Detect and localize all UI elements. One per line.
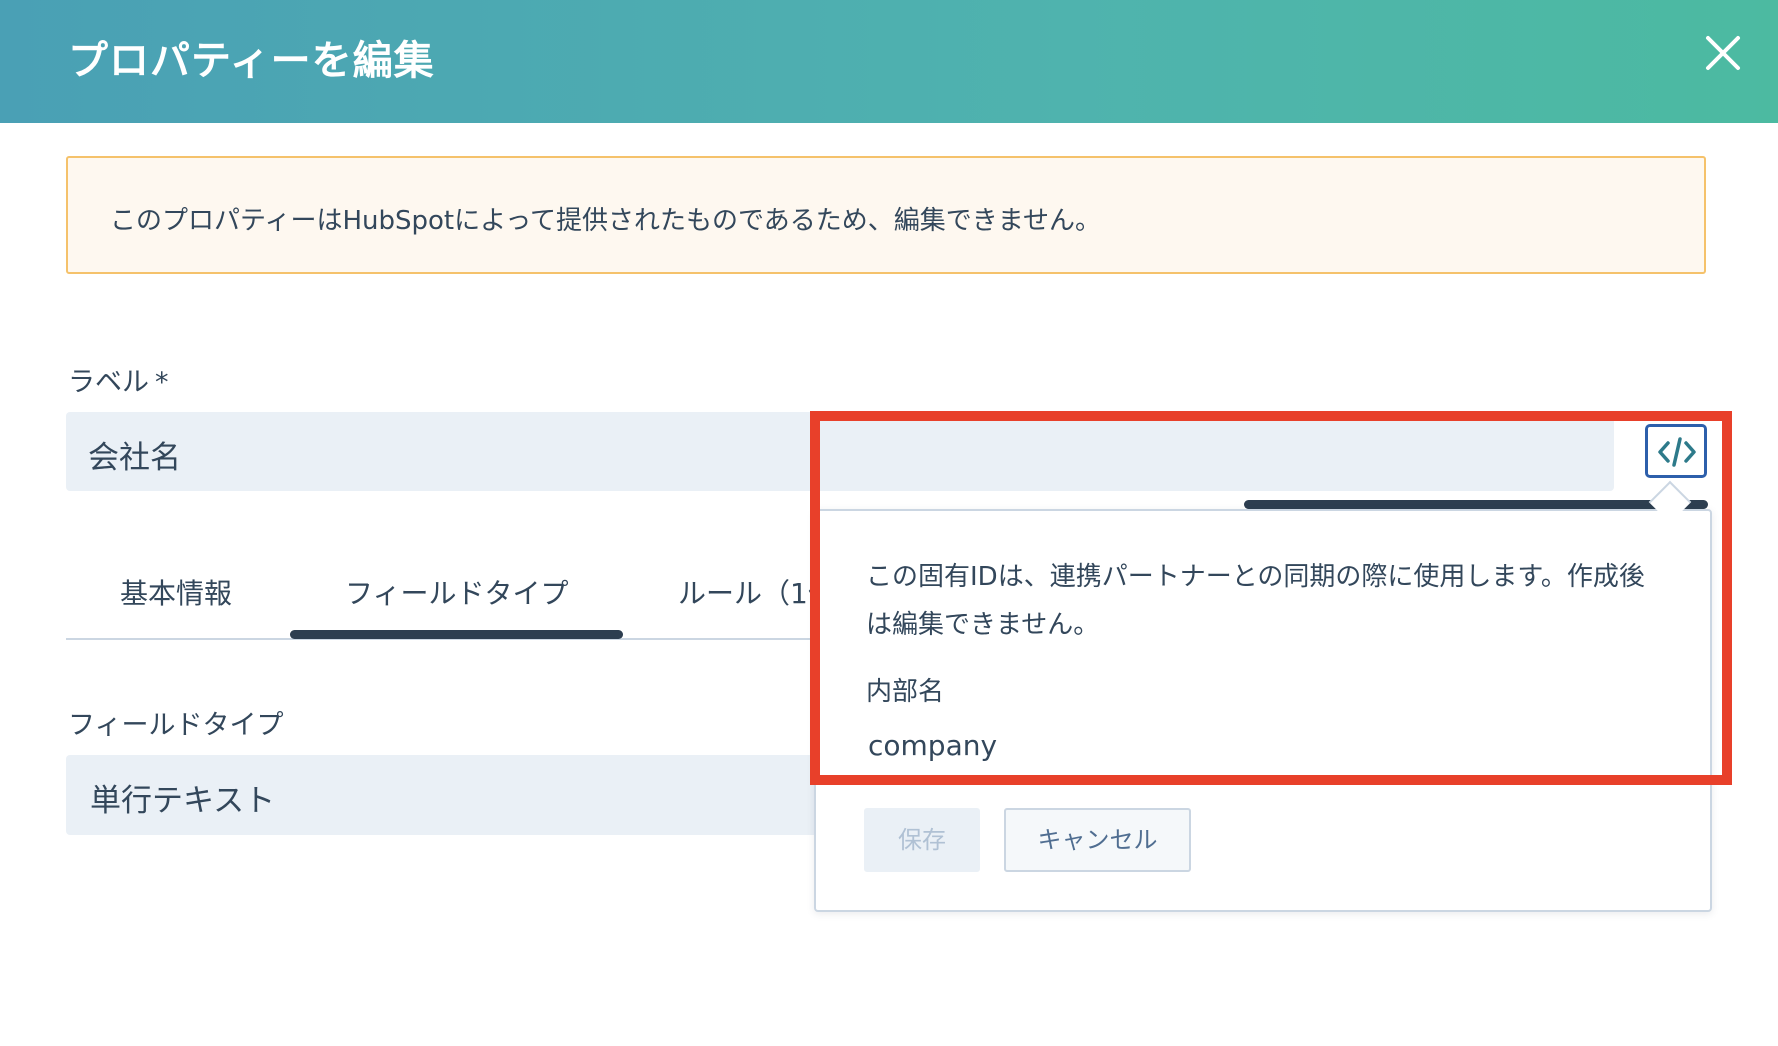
internal-name-value: company [868,729,998,762]
modal-title: プロパティーを編集 [68,38,435,84]
code-icon [1658,437,1696,467]
alert-message: このプロパティーはHubSpotによって提供されたものであるため、編集できません… [110,206,1101,236]
tab-active-indicator [290,630,623,639]
tab-rules[interactable]: ルール（1件 [678,572,836,612]
internal-name-label: 内部名 [866,677,945,707]
tab-bar: 基本情報 フィールドタイプ ルール（1件 [66,560,836,640]
field-type-select[interactable]: 単行テキスト [66,755,826,835]
tab-field-type[interactable]: フィールドタイプ [345,572,568,612]
internal-name-toggle-button[interactable] [1645,424,1707,478]
field-type-label: フィールドタイプ [68,710,284,741]
tab-basic-info[interactable]: 基本情報 [120,572,232,612]
popover-top-bar [1244,500,1708,509]
popover-description: この固有IDは、連携パートナーとの同期の際に使用します。作成後は編集できません。 [866,562,1645,640]
label-input-value: 会社名 [88,440,181,476]
readonly-alert: このプロパティーはHubSpotによって提供されたものであるため、編集できません… [66,156,1706,274]
field-type-value: 単行テキスト [90,783,276,819]
close-icon [1706,36,1740,70]
label-field-label: ラベル * [68,360,169,399]
cancel-button[interactable]: キャンセル [1004,808,1191,872]
close-button[interactable] [1700,30,1746,76]
label-input[interactable]: 会社名 [66,412,1614,491]
save-button[interactable]: 保存 [864,808,980,872]
required-mark: * [155,367,169,398]
internal-name-popover: この固有IDは、連携パートナーとの同期の際に使用します。作成後は編集できません。… [814,509,1712,912]
modal-header: プロパティーを編集 [0,0,1778,123]
label-field-label-text: ラベル [68,367,149,398]
